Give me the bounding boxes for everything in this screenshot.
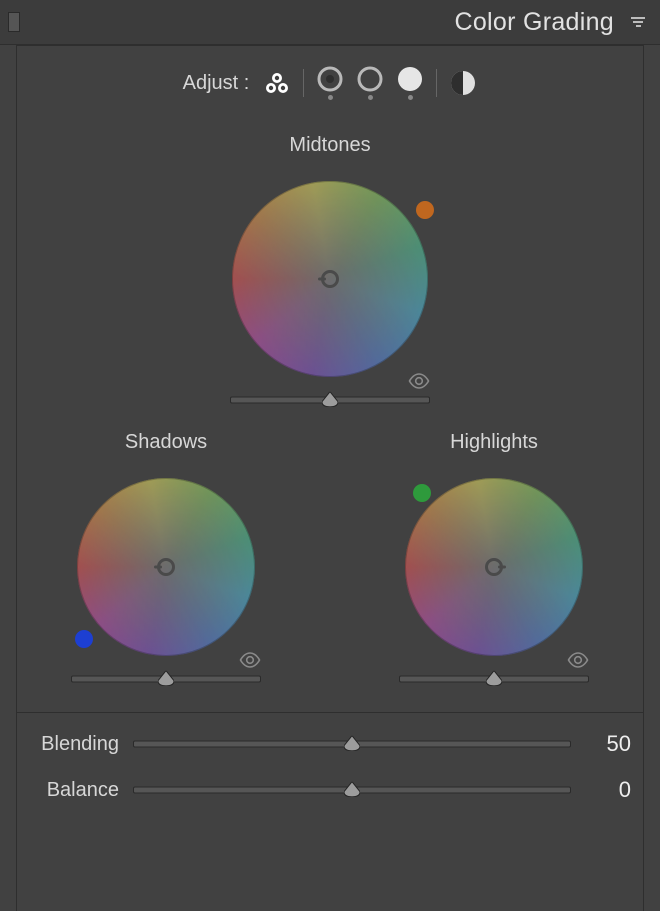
panel-title: Color Grading [454,8,614,37]
balance-slider-thumb[interactable] [344,782,360,797]
panel-inner: Adjust : [16,45,644,911]
mode-separator-icon [303,69,304,97]
panel-disclosure-icon[interactable] [630,14,646,30]
midtones-luminance-slider[interactable] [230,395,430,405]
mode-separator-icon [436,69,437,97]
mode-midtones-icon[interactable] [356,66,384,100]
panel-body: Adjust : [0,45,660,911]
highlights-wheel-handle[interactable] [485,558,503,576]
highlights-heading: Highlights [450,431,538,454]
highlights-color-wheel[interactable] [405,478,583,656]
adjust-mode-icons [263,66,477,100]
shadows-wheel-handle[interactable] [157,558,175,576]
mode-shadows-icon[interactable] [316,66,344,100]
divider [17,712,643,713]
blending-label: Blending [29,733,119,756]
blending-slider-thumb[interactable] [344,736,360,751]
midtones-section: Midtones [17,134,643,405]
midtones-heading: Midtones [289,134,370,157]
midtones-visibility-icon[interactable] [408,373,430,394]
midtones-color-wheel[interactable] [232,181,428,377]
color-grading-panel: Color Grading Adjust : [0,0,660,911]
midtones-edge-indicator[interactable] [416,201,434,219]
shadows-edge-indicator[interactable] [75,630,93,648]
highlights-visibility-icon[interactable] [567,652,589,673]
highlights-section: Highlights [369,431,619,684]
balance-row: Balance 0 [17,777,643,803]
panel-header: Color Grading [0,0,660,45]
midtones-wheel-handle[interactable] [321,270,339,288]
highlights-edge-indicator[interactable] [413,484,431,502]
shadows-heading: Shadows [125,431,207,454]
shadows-color-wheel[interactable] [77,478,255,656]
blending-value[interactable]: 50 [585,731,631,757]
shadows-luminance-slider[interactable] [71,674,261,684]
mode-global-icon[interactable] [449,70,477,96]
adjust-mode-row: Adjust : [17,66,643,100]
mode-highlights-icon[interactable] [396,66,424,100]
adjust-label: Adjust : [183,72,250,95]
shadows-section: Shadows [41,431,291,684]
balance-slider[interactable] [133,785,571,795]
balance-label: Balance [29,779,119,802]
shadows-visibility-icon[interactable] [239,652,261,673]
highlights-luminance-slider[interactable] [399,674,589,684]
mode-three-way-icon[interactable] [263,70,291,96]
blending-row: Blending 50 [17,731,643,757]
panel-enable-chip[interactable] [8,12,20,32]
shadows-highlights-row: Shadows [17,431,643,684]
balance-value[interactable]: 0 [585,777,631,803]
blending-slider[interactable] [133,739,571,749]
